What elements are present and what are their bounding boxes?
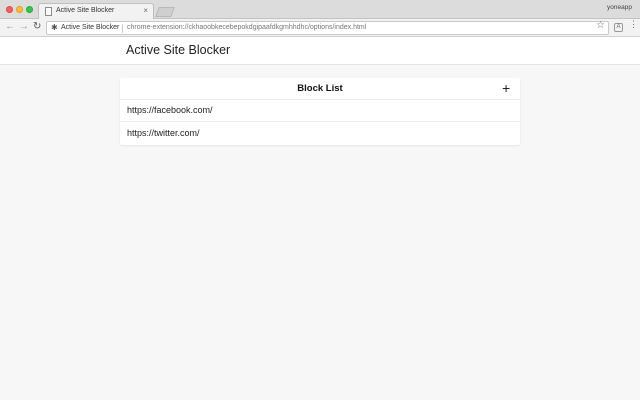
extension-button-icon[interactable]: A [614, 23, 623, 32]
page-title: Active Site Blocker [126, 43, 231, 57]
profile-name[interactable]: yoneapp [607, 4, 632, 11]
new-tab-button[interactable] [155, 7, 175, 17]
browser-tab-active[interactable]: Active Site Blocker × [38, 3, 154, 20]
puzzle-piece-icon: ✱ [51, 23, 58, 32]
minimize-window-button[interactable] [16, 6, 23, 13]
maximize-window-button[interactable] [26, 6, 33, 13]
add-site-button[interactable]: + [502, 79, 510, 97]
block-list-header: Block List + [120, 78, 520, 100]
reload-icon[interactable]: ↻ [33, 21, 41, 32]
blocked-url: https://twitter.com/ [127, 128, 200, 138]
list-item[interactable]: https://twitter.com/ [120, 123, 520, 145]
browser-menu-icon[interactable]: ⋮ [629, 20, 638, 29]
bookmark-star-icon[interactable]: ☆ [596, 20, 605, 31]
list-item[interactable]: https://facebook.com/ [120, 100, 520, 122]
tab-close-icon[interactable]: × [143, 6, 148, 15]
forward-arrow-icon[interactable]: → [19, 21, 29, 32]
address-divider [122, 24, 123, 33]
address-url[interactable]: chrome-extension://ckhaoobkecebepokdgipa… [127, 24, 366, 31]
blocked-url: https://facebook.com/ [127, 105, 213, 115]
close-window-button[interactable] [6, 6, 13, 13]
browser-toolbar: ← → ↻ ✱ Active Site Blocker chrome-exten… [0, 19, 640, 37]
app-header: Active Site Blocker [0, 37, 640, 65]
block-list-card: Block List + https://facebook.com/ https… [120, 78, 520, 145]
back-arrow-icon[interactable]: ← [5, 21, 15, 32]
block-list-title: Block List [297, 83, 343, 94]
address-bar[interactable]: ✱ Active Site Blocker chrome-extension:/… [46, 21, 609, 35]
tab-title: Active Site Blocker [56, 7, 115, 14]
browser-tab-strip: Active Site Blocker × yoneapp [0, 0, 640, 20]
page-icon [45, 7, 52, 16]
extension-name-label: Active Site Blocker [61, 24, 120, 31]
